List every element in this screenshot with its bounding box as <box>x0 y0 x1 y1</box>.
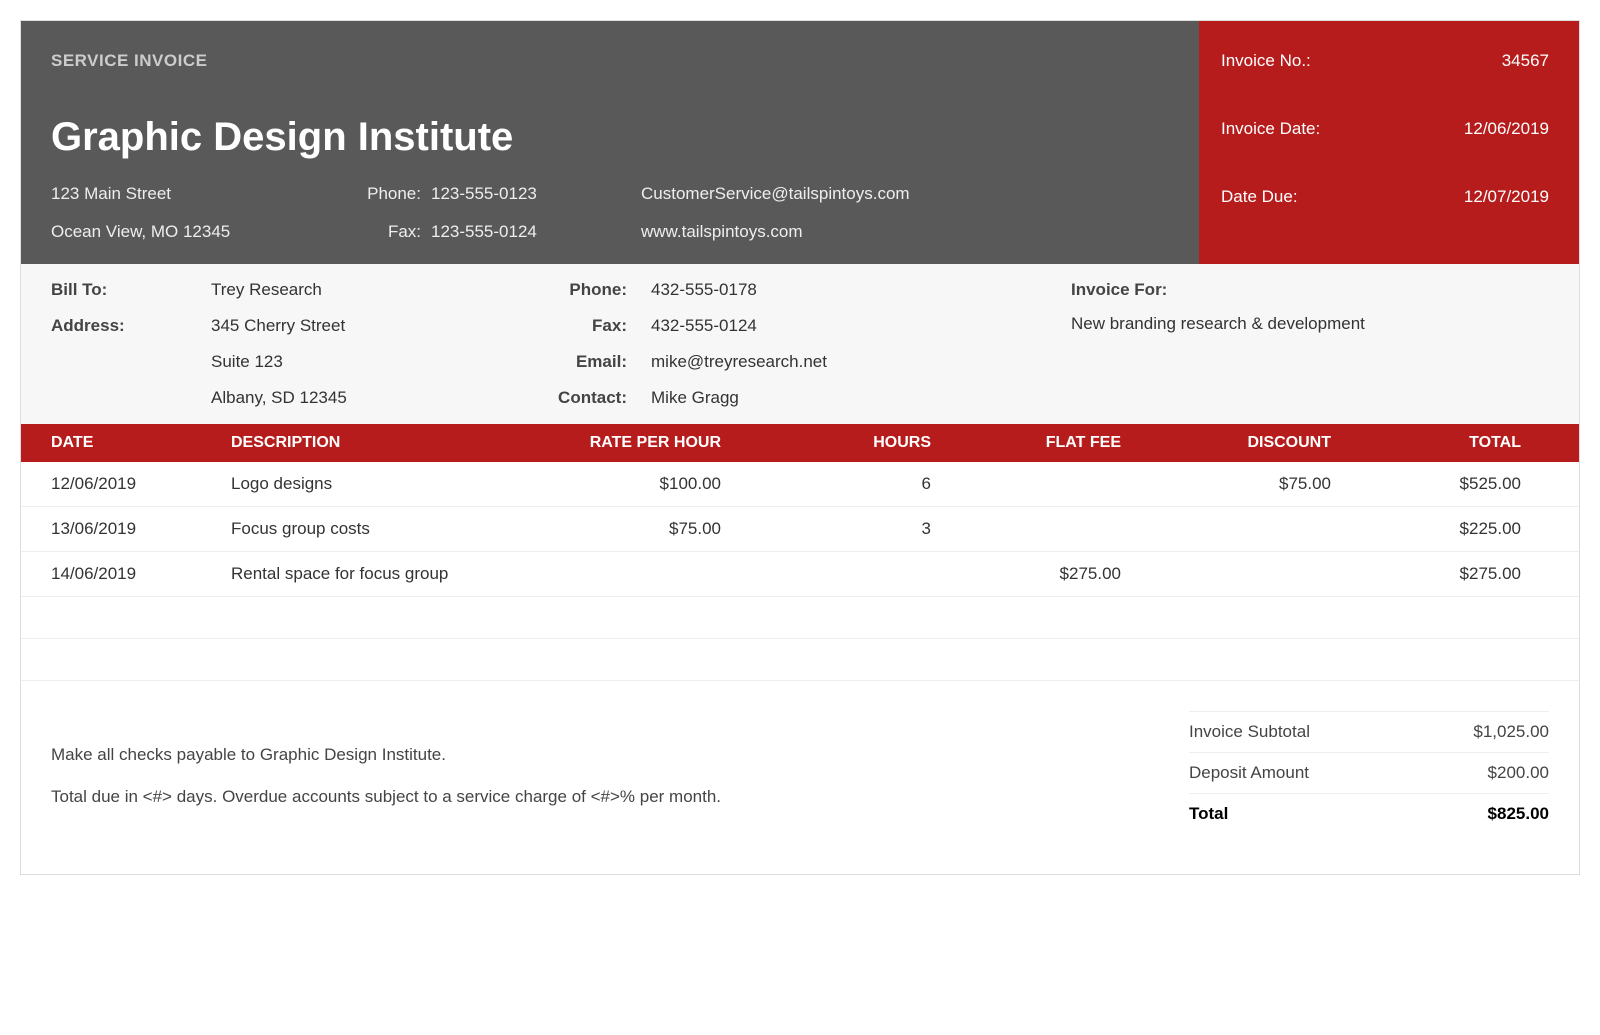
address-label: Address: <box>51 316 211 336</box>
header-invoice-panel: Invoice No.: 34567 Invoice Date: 12/06/2… <box>1199 21 1579 264</box>
company-info: 123 Main Street Phone: 123-555-0123 Cust… <box>51 184 1169 242</box>
invoice-due-value: 12/07/2019 <box>1464 187 1549 207</box>
total-value: $825.00 <box>1488 804 1549 824</box>
bill-fax-label: Fax: <box>471 316 651 336</box>
deposit-row: Deposit Amount $200.00 <box>1189 752 1549 793</box>
col-date: DATE <box>51 434 231 452</box>
cell-discount: $75.00 <box>1121 474 1331 494</box>
col-discount: DISCOUNT <box>1121 434 1331 452</box>
cell-discount <box>1121 564 1331 584</box>
bill-contact-column: Phone: 432-555-0178 Fax: 432-555-0124 Em… <box>471 280 911 408</box>
terms-note: Total due in <#> days. Overdue accounts … <box>51 787 1189 807</box>
cell-discount <box>1121 519 1331 539</box>
bill-to-label: Bill To: <box>51 280 211 300</box>
bill-to-column: Bill To: Trey Research Address: 345 Cher… <box>51 280 471 408</box>
cell-total: $225.00 <box>1331 519 1521 539</box>
company-street: 123 Main Street <box>51 184 351 204</box>
address-line3: Albany, SD 12345 <box>211 388 471 408</box>
cell-flat: $275.00 <box>931 564 1121 584</box>
invoice-date-row: Invoice Date: 12/06/2019 <box>1221 119 1549 139</box>
bill-contact: Mike Gragg <box>651 388 911 408</box>
cell-total: $275.00 <box>1331 564 1521 584</box>
col-total: TOTAL <box>1331 434 1521 452</box>
subtotal-value: $1,025.00 <box>1473 722 1549 742</box>
table-row: 13/06/2019 Focus group costs $75.00 3 $2… <box>21 507 1579 552</box>
table-row: 14/06/2019 Rental space for focus group … <box>21 552 1579 597</box>
company-phone: 123-555-0123 <box>431 184 641 204</box>
cell-hours <box>721 564 931 584</box>
subtotal-row: Invoice Subtotal $1,025.00 <box>1189 711 1549 752</box>
cell-date: 13/06/2019 <box>51 519 231 539</box>
cell-date: 12/06/2019 <box>51 474 231 494</box>
footer: Make all checks payable to Graphic Desig… <box>21 681 1579 874</box>
empty-row <box>21 597 1579 639</box>
invoice-no-label: Invoice No.: <box>1221 51 1311 71</box>
footer-notes: Make all checks payable to Graphic Desig… <box>51 711 1189 834</box>
cell-desc: Logo designs <box>231 474 531 494</box>
payable-note: Make all checks payable to Graphic Desig… <box>51 745 1189 765</box>
phone-label: Phone: <box>351 184 431 204</box>
total-row: Total $825.00 <box>1189 793 1549 834</box>
col-rate: RATE PER HOUR <box>531 434 721 452</box>
header-company-panel: SERVICE INVOICE Graphic Design Institute… <box>21 21 1199 264</box>
invoice-due-label: Date Due: <box>1221 187 1298 207</box>
invoice-due-row: Date Due: 12/07/2019 <box>1221 187 1549 207</box>
cell-flat <box>931 474 1121 494</box>
cell-desc: Focus group costs <box>231 519 531 539</box>
cell-hours: 6 <box>721 474 931 494</box>
cell-total: $525.00 <box>1331 474 1521 494</box>
company-website: www.tailspintoys.com <box>641 222 961 242</box>
cell-hours: 3 <box>721 519 931 539</box>
fax-label: Fax: <box>351 222 431 242</box>
col-flat: FLAT FEE <box>931 434 1121 452</box>
address-line1: 345 Cherry Street <box>211 316 471 336</box>
invoice-no-row: Invoice No.: 34567 <box>1221 51 1549 71</box>
cell-rate: $100.00 <box>531 474 721 494</box>
deposit-value: $200.00 <box>1488 763 1549 783</box>
invoice-for-value: New branding research & development <box>1071 314 1365 333</box>
bill-email: mike@treyresearch.net <box>651 352 911 372</box>
invoice-for-label: Invoice For: <box>1071 280 1549 300</box>
bill-phone-label: Phone: <box>471 280 651 300</box>
company-fax: 123-555-0124 <box>431 222 641 242</box>
cell-date: 14/06/2019 <box>51 564 231 584</box>
col-hours: HOURS <box>721 434 931 452</box>
invoice-no-value: 34567 <box>1502 51 1549 71</box>
cell-rate <box>531 564 721 584</box>
company-city: Ocean View, MO 12345 <box>51 222 351 242</box>
cell-rate: $75.00 <box>531 519 721 539</box>
header: SERVICE INVOICE Graphic Design Institute… <box>21 21 1579 264</box>
table-header: DATE DESCRIPTION RATE PER HOUR HOURS FLA… <box>21 424 1579 462</box>
subtotal-label: Invoice Subtotal <box>1189 722 1310 742</box>
company-name: Graphic Design Institute <box>51 115 1169 160</box>
invoice-date-label: Invoice Date: <box>1221 119 1320 139</box>
footer-totals: Invoice Subtotal $1,025.00 Deposit Amoun… <box>1189 711 1549 834</box>
total-label: Total <box>1189 804 1228 824</box>
col-desc: DESCRIPTION <box>231 434 531 452</box>
bill-phone: 432-555-0178 <box>651 280 911 300</box>
invoice-document: SERVICE INVOICE Graphic Design Institute… <box>20 20 1580 875</box>
bill-to-value: Trey Research <box>211 280 471 300</box>
bill-contact-label: Contact: <box>471 388 651 408</box>
bill-section: Bill To: Trey Research Address: 345 Cher… <box>21 264 1579 424</box>
invoice-for-column: Invoice For: New branding research & dev… <box>911 280 1549 408</box>
bill-fax: 432-555-0124 <box>651 316 911 336</box>
invoice-date-value: 12/06/2019 <box>1464 119 1549 139</box>
bill-email-label: Email: <box>471 352 651 372</box>
document-type: SERVICE INVOICE <box>51 51 1169 71</box>
cell-desc: Rental space for focus group <box>231 564 531 584</box>
company-email: CustomerService@tailspintoys.com <box>641 184 961 204</box>
deposit-label: Deposit Amount <box>1189 763 1309 783</box>
address-line2: Suite 123 <box>211 352 471 372</box>
cell-flat <box>931 519 1121 539</box>
empty-row <box>21 639 1579 681</box>
table-row: 12/06/2019 Logo designs $100.00 6 $75.00… <box>21 462 1579 507</box>
